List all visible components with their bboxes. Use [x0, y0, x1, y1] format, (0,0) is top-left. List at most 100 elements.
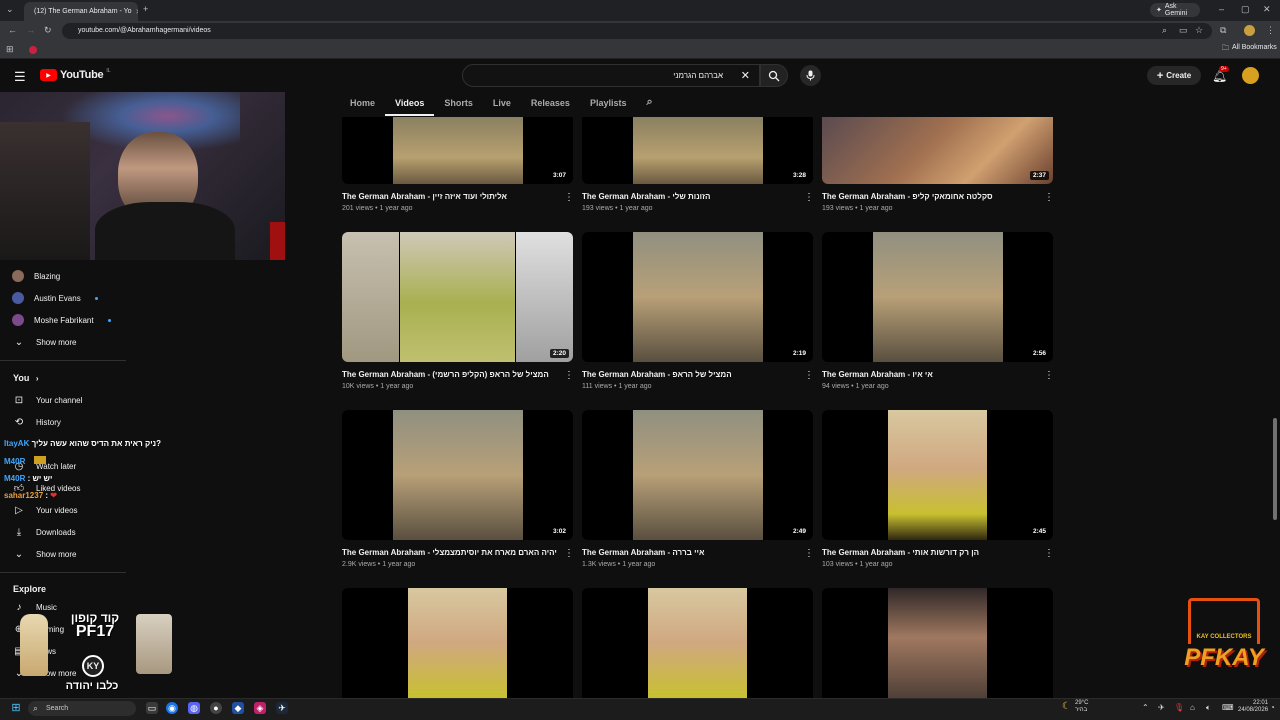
- video-thumbnail[interactable]: [582, 588, 813, 698]
- tray-chevron-icon[interactable]: ⌃: [1142, 703, 1149, 712]
- tab-playlists[interactable]: Playlists: [580, 94, 637, 116]
- sidebar-show-more-2[interactable]: ⌄ Show more: [12, 545, 77, 563]
- all-bookmarks-button[interactable]: 🗀 All Bookmarks: [1222, 44, 1277, 55]
- apps-grid-icon[interactable]: ⊞: [6, 45, 14, 54]
- page-scrollbar[interactable]: [1273, 418, 1277, 520]
- tab-shorts[interactable]: Shorts: [434, 94, 483, 116]
- video-menu-icon[interactable]: ⋮: [1044, 548, 1054, 559]
- minimize-icon[interactable]: –: [1219, 5, 1224, 14]
- video-thumbnail[interactable]: 3:07: [342, 117, 573, 184]
- hamburger-menu-icon[interactable]: ☰: [14, 69, 26, 85]
- weather-widget[interactable]: 29°C בהיר: [1075, 700, 1088, 714]
- cast-icon[interactable]: ▭: [1179, 26, 1188, 35]
- bookmark-favicon-icon[interactable]: [29, 46, 37, 54]
- video-menu-icon[interactable]: ⋮: [804, 548, 814, 559]
- video-menu-icon[interactable]: ⋮: [564, 192, 574, 203]
- video-thumbnail[interactable]: 2:37: [822, 117, 1053, 184]
- video-thumbnail[interactable]: 2:20: [342, 232, 573, 362]
- tab-releases[interactable]: Releases: [521, 94, 580, 116]
- youtube-logo[interactable]: ▶ YouTube IL: [40, 68, 111, 81]
- sidebar-sub-austin-evans[interactable]: Austin Evans: [12, 289, 98, 307]
- clear-search-icon[interactable]: ✕: [741, 69, 750, 82]
- sidebar-item-your-videos[interactable]: ▷ Your videos: [12, 501, 77, 519]
- video-thumbnail[interactable]: 2:45: [822, 410, 1053, 540]
- video-title[interactable]: The German Abraham - הזונות שלי: [582, 192, 797, 201]
- video-thumbnail[interactable]: 2:19: [582, 232, 813, 362]
- new-tab-icon[interactable]: +: [143, 5, 148, 14]
- chevron-down-icon: ⌄: [14, 336, 24, 348]
- video-title[interactable]: The German Abraham - סקלטה אחומאקי קליפ: [822, 192, 1037, 201]
- sidebar-item-history[interactable]: ⟲ History: [12, 413, 61, 431]
- tray-app-icon[interactable]: ✈: [1158, 703, 1165, 712]
- create-button[interactable]: + Create: [1147, 66, 1201, 85]
- sidebar-item-downloads[interactable]: ⤓ Downloads: [12, 523, 76, 541]
- sidebar-show-more[interactable]: ⌄ Show more: [12, 333, 77, 351]
- zoom-icon[interactable]: ⌕: [1162, 26, 1167, 35]
- language-icon[interactable]: ⌨: [1222, 703, 1234, 712]
- video-menu-icon[interactable]: ⋮: [804, 192, 814, 203]
- video-title[interactable]: The German Abraham - אליתולי ועוד איזה ז…: [342, 192, 557, 201]
- voice-search-button[interactable]: [800, 65, 821, 86]
- video-thumbnail[interactable]: 3:28: [582, 117, 813, 184]
- sidebar-sub-blazing[interactable]: Blazing: [12, 267, 60, 285]
- video-menu-icon[interactable]: ⋮: [1044, 192, 1054, 203]
- microphone-tray-icon[interactable]: 🎙︎: [1174, 703, 1184, 712]
- tab-close-icon[interactable]: ✕: [136, 8, 138, 16]
- video-title[interactable]: The German Abraham - שיהיה הארם מארח את …: [342, 548, 557, 557]
- video-menu-icon[interactable]: ⋮: [1044, 370, 1054, 381]
- search-button[interactable]: [760, 64, 788, 87]
- taskbar-search[interactable]: ⌕ Search: [28, 701, 136, 716]
- account-avatar[interactable]: [1242, 67, 1259, 84]
- video-menu-icon[interactable]: ⋮: [564, 548, 574, 559]
- app-taskbar-icon[interactable]: ◆: [232, 702, 244, 714]
- sidebar-sub-moshe-fabrikant[interactable]: Moshe Fabrikant: [12, 311, 111, 329]
- close-window-icon[interactable]: ✕: [1263, 5, 1271, 14]
- sidebar-item-your-channel[interactable]: ⊡ Your channel: [12, 391, 83, 409]
- bookmark-star-icon[interactable]: ☆: [1195, 26, 1203, 35]
- browser-tab-youtube[interactable]: (12) The German Abraham - Yo ✕: [24, 2, 138, 21]
- video-meta: 103 views • 1 year ago: [822, 561, 893, 568]
- discord-taskbar-icon[interactable]: ◍: [188, 702, 200, 714]
- video-thumbnail[interactable]: 2:49: [582, 410, 813, 540]
- forward-icon[interactable]: →: [26, 26, 35, 35]
- extensions-icon[interactable]: ⧉: [1220, 26, 1226, 35]
- back-icon[interactable]: ←: [8, 26, 17, 35]
- tab-videos[interactable]: Videos: [385, 94, 435, 116]
- app-taskbar-icon[interactable]: ◈: [254, 702, 266, 714]
- video-age: 1 year ago: [618, 383, 652, 390]
- notifications-button[interactable]: 🔔︎ 9+: [1212, 66, 1229, 83]
- sidebar-you-heading[interactable]: You ›: [13, 373, 39, 383]
- obs-taskbar-icon[interactable]: ●: [210, 702, 222, 714]
- reload-icon[interactable]: ↻: [44, 26, 52, 35]
- chrome-menu-icon[interactable]: ⋮: [1266, 26, 1275, 35]
- tab-search-icon[interactable]: ⌄: [6, 5, 14, 14]
- video-thumbnail[interactable]: 2:56: [822, 232, 1053, 362]
- network-icon[interactable]: ⌂: [1190, 703, 1195, 712]
- video-menu-icon[interactable]: ⋮: [564, 370, 574, 381]
- chrome-taskbar-icon[interactable]: ◉: [166, 702, 178, 714]
- maximize-icon[interactable]: ▢: [1241, 5, 1250, 14]
- profile-avatar[interactable]: [1244, 25, 1255, 36]
- video-thumbnail[interactable]: 3:02: [342, 410, 573, 540]
- ask-gemini-button[interactable]: ✦ Ask Gemini: [1150, 3, 1200, 17]
- video-title[interactable]: The German Abraham - איי בררה: [582, 548, 797, 557]
- video-thumbnail[interactable]: [342, 588, 573, 698]
- video-title[interactable]: The German Abraham - אי איו: [822, 370, 1037, 379]
- video-title[interactable]: The German Abraham - הן רק דורשות אותי: [822, 548, 1037, 557]
- url-bar[interactable]: youtube.com/@Abrahamhagermani/videos: [62, 23, 1212, 39]
- video-menu-icon[interactable]: ⋮: [804, 370, 814, 381]
- volume-icon[interactable]: 🔈︎: [1206, 703, 1211, 713]
- tab-live[interactable]: Live: [483, 94, 521, 116]
- channel-search-icon[interactable]: ⌕: [636, 94, 662, 116]
- video-title[interactable]: The German Abraham - המציל של הראפ (הקלי…: [342, 370, 557, 379]
- tab-home[interactable]: Home: [340, 94, 385, 116]
- notification-center-icon[interactable]: ◔: [1270, 703, 1275, 712]
- clock[interactable]: 22:01 24/08/2026: [1238, 700, 1268, 714]
- video-title[interactable]: The German Abraham - המציל של הראפ: [582, 370, 797, 379]
- youtube-wordmark: YouTube: [60, 69, 104, 81]
- windows-start-icon[interactable]: ⊞: [10, 702, 22, 714]
- task-view-icon[interactable]: ▭: [146, 702, 158, 714]
- steam-taskbar-icon[interactable]: ✈: [276, 702, 288, 714]
- video-thumbnail[interactable]: [822, 588, 1053, 698]
- search-input[interactable]: אברהם הגרמני ✕: [462, 64, 760, 87]
